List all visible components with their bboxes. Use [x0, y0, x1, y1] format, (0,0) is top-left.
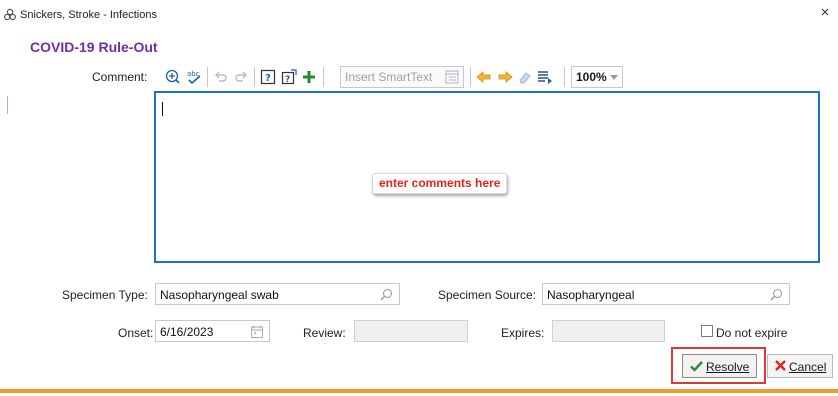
- close-icon[interactable]: ×: [816, 4, 834, 22]
- smarttext-input[interactable]: Insert SmartText: [340, 66, 464, 88]
- window-edge-marker: [7, 96, 8, 114]
- cancel-label: Cancel: [789, 360, 827, 374]
- arrow-left-icon[interactable]: [475, 68, 493, 86]
- calendar-icon[interactable]: [251, 325, 263, 341]
- svg-text:?: ?: [285, 75, 290, 85]
- add-plus-icon[interactable]: [300, 68, 318, 86]
- toolbar-separator: [564, 67, 565, 87]
- eraser-icon[interactable]: [516, 68, 534, 86]
- zoom-select[interactable]: 100%: [571, 66, 623, 88]
- text-caret: [162, 102, 163, 116]
- specimen-source-label: Specimen Source:: [438, 288, 537, 302]
- help-question-icon[interactable]: ?: [259, 68, 277, 86]
- toolbar-separator: [254, 67, 255, 87]
- zoom-value: 100%: [576, 70, 607, 84]
- specimen-type-label: Specimen Type:: [62, 288, 148, 302]
- window-title: Snickers, Stroke - Infections: [20, 9, 157, 21]
- comment-callout: enter comments here: [372, 173, 508, 194]
- cancel-button[interactable]: Cancel: [767, 354, 833, 378]
- search-icon[interactable]: [770, 288, 783, 304]
- biohazard-icon: [3, 8, 17, 22]
- smartlist-icon[interactable]: [445, 70, 459, 87]
- spellcheck-icon[interactable]: abc: [186, 68, 204, 86]
- help-question-alt-icon[interactable]: ?: [280, 68, 298, 86]
- onset-date-field[interactable]: 6/16/2023: [155, 320, 270, 342]
- bottom-accent-bar: [0, 389, 838, 393]
- toolbar-separator: [470, 67, 471, 87]
- toolbar-separator: [323, 67, 324, 87]
- svg-text:?: ?: [265, 73, 271, 84]
- redo-icon[interactable]: [232, 68, 250, 86]
- expires-label: Expires:: [501, 326, 545, 340]
- checkmark-icon: [690, 360, 703, 375]
- review-label: Review:: [303, 326, 346, 340]
- undo-icon[interactable]: [212, 68, 230, 86]
- smarttext-placeholder: Insert SmartText: [345, 70, 433, 84]
- arrow-right-icon[interactable]: [496, 68, 514, 86]
- specimen-source-value: Nasopharyngeal: [547, 288, 635, 302]
- toolbar-separator: [207, 67, 208, 87]
- onset-label: Onset:: [118, 326, 154, 340]
- specimen-source-field[interactable]: Nasopharyngeal: [542, 283, 790, 305]
- do-not-expire-checkbox[interactable]: [701, 325, 713, 337]
- title-bar: Snickers, Stroke - Infections ×: [0, 0, 838, 30]
- expires-date-field[interactable]: [552, 320, 665, 342]
- resolve-button[interactable]: Resolve: [682, 354, 757, 378]
- page-title: COVID-19 Rule-Out: [30, 39, 158, 55]
- comment-label: Comment:: [92, 70, 148, 84]
- insert-list-icon[interactable]: [536, 68, 554, 86]
- svg-text:abc: abc: [187, 70, 200, 78]
- resolve-label: Resolve: [706, 360, 750, 374]
- chevron-down-icon: [610, 75, 618, 80]
- add-circle-icon[interactable]: [164, 68, 182, 86]
- specimen-type-field[interactable]: Nasopharyngeal swab: [155, 283, 400, 305]
- search-icon[interactable]: [380, 288, 393, 304]
- comment-toolbar: abc ? ? Insert SmartText 100%: [161, 65, 641, 89]
- do-not-expire-label[interactable]: Do not expire: [716, 326, 787, 340]
- onset-date-value: 6/16/2023: [160, 325, 214, 339]
- review-date-field[interactable]: [354, 320, 468, 342]
- close-x-icon: [775, 360, 786, 374]
- specimen-type-value: Nasopharyngeal swab: [160, 288, 279, 302]
